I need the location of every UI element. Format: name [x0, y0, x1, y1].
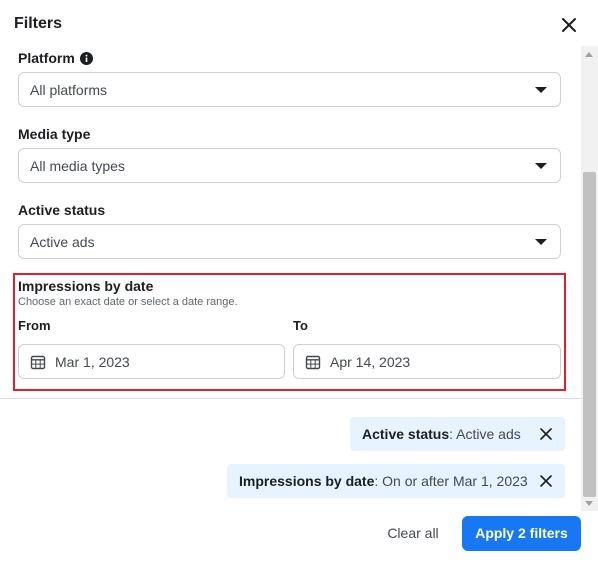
platform-label-text: Platform — [18, 50, 75, 66]
scroll-up-arrow[interactable] — [585, 52, 593, 57]
apply-filters-button[interactable]: Apply 2 filters — [462, 516, 581, 551]
section-divider — [0, 398, 581, 399]
scrollbar-thumb[interactable] — [583, 172, 596, 497]
to-date-value: Apr 14, 2023 — [330, 354, 411, 370]
dialog-title: Filters — [14, 15, 63, 32]
impressions-helper-text: Choose an exact date or select a date ra… — [18, 296, 238, 308]
media-type-label: Media type — [18, 126, 91, 142]
active-status-select[interactable]: Active ads — [18, 224, 561, 259]
active-filter-chip: Active status: Active ads — [350, 417, 565, 451]
chip-value: : Active ads — [449, 426, 521, 442]
caret-down-icon — [535, 163, 547, 169]
calendar-icon — [305, 355, 321, 370]
platform-value: All platforms — [30, 82, 108, 98]
media-type-value: All media types — [30, 158, 125, 174]
chip-label: Impressions by date: On or after Mar 1, … — [239, 473, 528, 489]
close-icon[interactable] — [539, 474, 553, 488]
from-date-input[interactable]: Mar 1, 2023 — [18, 344, 285, 379]
from-label: From — [18, 318, 51, 333]
caret-down-icon — [535, 239, 547, 245]
filters-scroll-area: Platform All platforms Media type All me… — [0, 46, 598, 398]
close-icon[interactable] — [558, 14, 580, 36]
info-icon[interactable] — [79, 52, 93, 65]
active-status-value: Active ads — [30, 234, 95, 250]
clear-all-button[interactable]: Clear all — [378, 516, 448, 550]
filters-dialog: Filters Platform All platforms Media typ… — [0, 0, 598, 567]
platform-select[interactable]: All platforms — [18, 72, 561, 107]
calendar-icon — [30, 355, 46, 370]
scroll-down-arrow[interactable] — [585, 501, 593, 506]
impressions-label: Impressions by date — [18, 278, 154, 294]
platform-label: Platform — [18, 50, 93, 66]
caret-down-icon — [535, 87, 547, 93]
close-icon[interactable] — [539, 427, 553, 441]
to-label: To — [293, 318, 308, 333]
active-filter-chip: Impressions by date: On or after Mar 1, … — [227, 464, 565, 498]
active-status-label: Active status — [18, 202, 106, 218]
chip-label: Active status: Active ads — [362, 426, 521, 442]
media-type-select[interactable]: All media types — [18, 148, 561, 183]
chip-key: Active status — [362, 426, 450, 442]
scrollbar[interactable] — [581, 46, 598, 511]
to-date-input[interactable]: Apr 14, 2023 — [293, 344, 561, 379]
from-date-value: Mar 1, 2023 — [55, 354, 130, 370]
chip-value: : On or after Mar 1, 2023 — [374, 473, 528, 489]
chip-key: Impressions by date — [239, 473, 375, 489]
